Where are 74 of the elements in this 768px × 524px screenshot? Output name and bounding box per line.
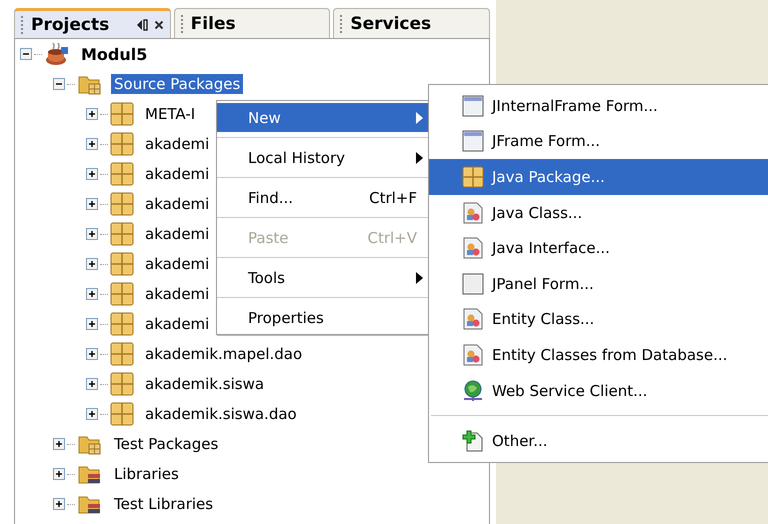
package-icon bbox=[110, 162, 134, 186]
menu-item[interactable]: Local History bbox=[217, 143, 429, 172]
class-file-icon bbox=[462, 308, 484, 330]
expander-icon[interactable] bbox=[53, 78, 65, 90]
menu-item[interactable]: Entity Class... bbox=[429, 302, 768, 338]
tree-node[interactable]: Test Packages bbox=[111, 434, 222, 454]
expander-icon[interactable] bbox=[86, 198, 98, 210]
tree-node[interactable]: akademik.mapel.dao bbox=[142, 344, 306, 364]
expander-icon[interactable] bbox=[20, 48, 32, 60]
expander-icon[interactable] bbox=[86, 288, 98, 300]
menu-item[interactable]: Entity Classes from Database... bbox=[429, 337, 768, 373]
menu-item[interactable]: Other... bbox=[429, 423, 768, 459]
menu-item[interactable]: Web Service Client... bbox=[429, 372, 768, 408]
coffee-cup-icon bbox=[44, 41, 70, 67]
package-icon bbox=[110, 312, 134, 336]
class-file-icon bbox=[462, 344, 484, 366]
tree-node[interactable]: META-I bbox=[142, 104, 198, 124]
expander-icon[interactable] bbox=[86, 348, 98, 360]
expander-icon[interactable] bbox=[53, 468, 65, 480]
minimize-icon[interactable] bbox=[136, 18, 148, 30]
tree-node[interactable]: Test Libraries bbox=[111, 494, 216, 514]
tree-node[interactable]: Modul5 bbox=[78, 44, 150, 64]
tree-node[interactable]: akademi bbox=[142, 254, 212, 274]
package-icon bbox=[110, 102, 134, 126]
package-icon bbox=[110, 132, 134, 156]
panel-tab[interactable]: Services bbox=[333, 8, 490, 38]
package-icon bbox=[110, 402, 134, 426]
tree-node[interactable]: akademik.siswa bbox=[142, 374, 268, 394]
window-icon bbox=[462, 94, 484, 117]
package-icon bbox=[110, 252, 134, 276]
package-icon bbox=[110, 282, 134, 306]
tree-node[interactable]: akademi bbox=[142, 194, 212, 214]
package-icon bbox=[110, 192, 134, 216]
menu-item[interactable]: Properties bbox=[217, 303, 429, 332]
class-file-icon bbox=[462, 202, 484, 224]
menu-item[interactable]: New bbox=[217, 103, 429, 132]
expander-icon[interactable] bbox=[53, 438, 65, 450]
expander-icon[interactable] bbox=[86, 138, 98, 150]
tree-node[interactable]: akademik.siswa.dao bbox=[142, 404, 300, 424]
expander-icon[interactable] bbox=[86, 408, 98, 420]
menu-item[interactable]: Java Package... bbox=[429, 159, 768, 195]
panel-tab[interactable]: Projects bbox=[14, 8, 171, 38]
panel-icon bbox=[462, 272, 484, 295]
expander-icon[interactable] bbox=[86, 228, 98, 240]
expander-icon[interactable] bbox=[86, 108, 98, 120]
class-file-icon bbox=[462, 237, 484, 260]
menu-item[interactable]: JInternalFrame Form... bbox=[429, 88, 768, 124]
tree-node[interactable]: akademi bbox=[142, 224, 212, 244]
tree-node[interactable]: Source Packages bbox=[111, 74, 244, 94]
tree-node[interactable]: akademi bbox=[142, 314, 212, 334]
package-icon bbox=[110, 222, 134, 246]
tree-node[interactable]: akademi bbox=[142, 134, 212, 154]
globe-icon bbox=[462, 380, 484, 402]
window-icon bbox=[462, 130, 484, 152]
expander-icon[interactable] bbox=[86, 378, 98, 390]
menu-item[interactable]: Java Class... bbox=[429, 194, 768, 230]
package-icon bbox=[462, 166, 484, 188]
expander-icon[interactable] bbox=[86, 258, 98, 270]
close-icon[interactable] bbox=[154, 20, 164, 30]
menu-item[interactable]: Find... Ctrl+F bbox=[217, 183, 429, 212]
package-icon bbox=[110, 342, 134, 366]
expander-icon[interactable] bbox=[86, 168, 98, 180]
tree-node[interactable]: akademi bbox=[142, 164, 212, 184]
expander-icon[interactable] bbox=[86, 318, 98, 330]
tree-node[interactable]: akademi bbox=[142, 284, 212, 304]
package-icon bbox=[110, 372, 134, 396]
menu-item[interactable]: Tools bbox=[217, 263, 429, 292]
menu-item[interactable]: JPanel Form... bbox=[429, 266, 768, 302]
panel-tab[interactable]: Files bbox=[174, 8, 330, 38]
tree-node[interactable]: Libraries bbox=[111, 464, 182, 484]
expander-icon[interactable] bbox=[53, 498, 65, 510]
menu-item[interactable]: Java Interface... bbox=[429, 230, 768, 266]
new-file-icon bbox=[462, 430, 484, 452]
menu-item[interactable]: JFrame Form... bbox=[429, 124, 768, 160]
